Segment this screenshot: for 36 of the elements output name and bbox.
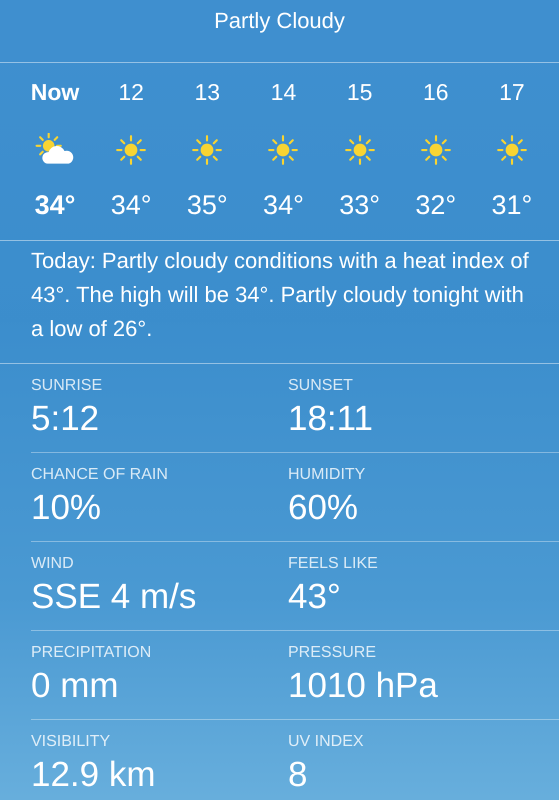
detail-label: SUNSET [288, 377, 354, 395]
detail-value: 10% [31, 488, 102, 528]
detail-value: 5:12 [31, 399, 100, 439]
detail-label: PRESSURE [288, 644, 378, 662]
detail-label: CHANCE OF RAIN [31, 466, 169, 484]
detail-value: SSE 4 m/s [31, 577, 198, 617]
hour-label: 14 [270, 79, 296, 107]
detail-label: FEELS LIKE [288, 555, 379, 573]
weather-condition: Partly Cloudy [214, 8, 345, 34]
hour-temperature: 32° [415, 190, 456, 221]
forecast-summary: Today: Partly cloudy conditions with a heat index of 43°. The high will be 34°. Partly cloudy tonight with a low of 26°. [31, 247, 529, 343]
hour-temperature: 34° [110, 190, 152, 221]
detail-label: VISIBILITY [31, 733, 112, 751]
detail-value: 18:11 [288, 399, 374, 439]
hour-temperature: 35° [186, 190, 228, 221]
detail-label: WIND [31, 555, 75, 573]
hour-label: 12 [118, 79, 144, 107]
detail-value: 0 mm [31, 666, 120, 706]
detail-label: UV INDEX [288, 733, 365, 751]
hour-label: 16 [422, 79, 449, 107]
hour-temperature: 33° [339, 190, 380, 221]
detail-label: HUMIDITY [288, 466, 366, 484]
hour-label: 17 [499, 79, 525, 107]
detail-value: 1010 hPa [288, 666, 439, 706]
detail-value: 8 [288, 755, 308, 795]
detail-value: 43° [288, 577, 342, 617]
detail-value: 12.9 km [31, 755, 156, 795]
detail-value: 60% [288, 488, 360, 528]
hour-label: 13 [194, 79, 220, 107]
hour-temperature: 31° [492, 190, 532, 221]
detail-label: PRECIPITATION [31, 644, 152, 662]
detail-label: SUNRISE [31, 377, 104, 395]
hour-temperature: 34° [34, 190, 76, 221]
hour-label: 15 [346, 79, 372, 107]
hour-temperature: 34° [263, 190, 304, 221]
hour-label: Now [30, 79, 80, 107]
